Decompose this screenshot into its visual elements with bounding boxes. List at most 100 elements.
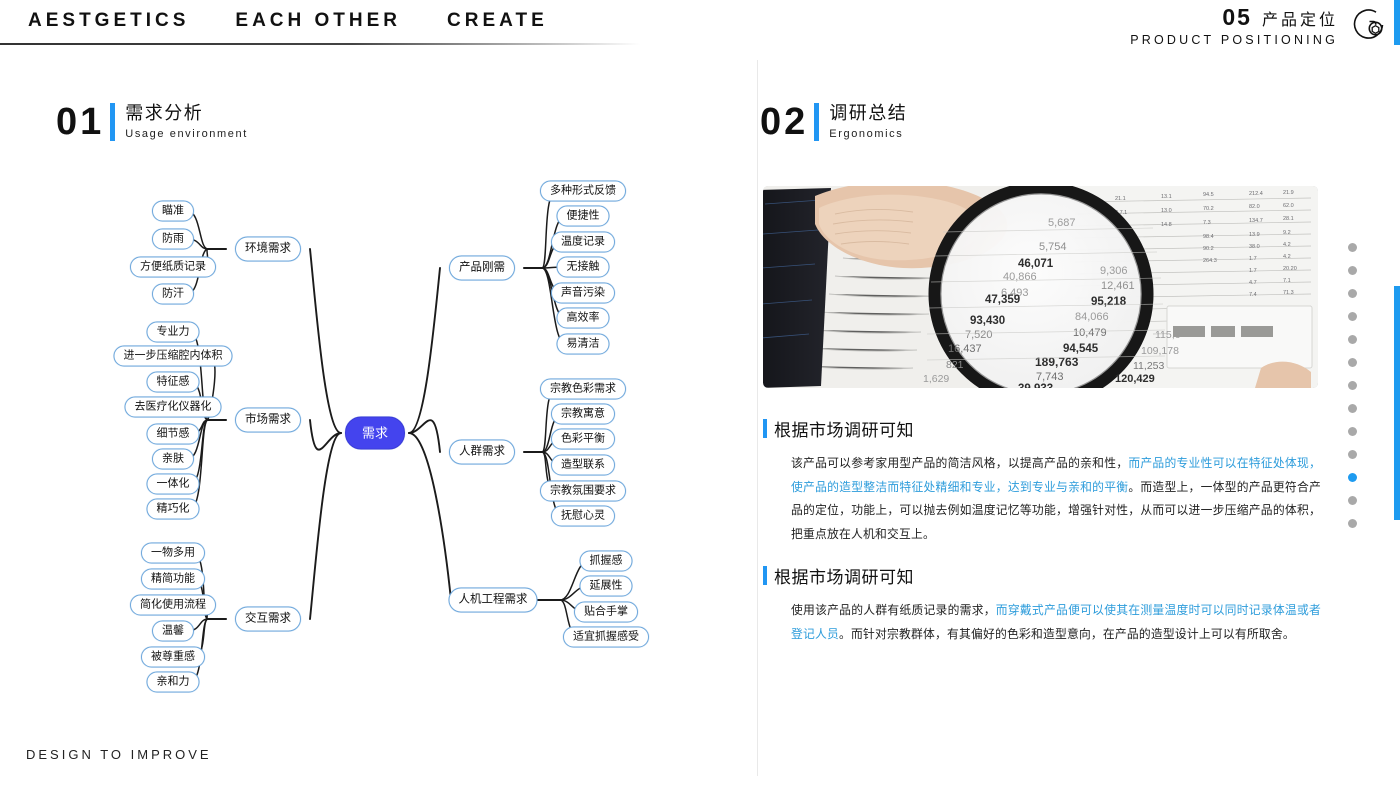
- mindmap-leaf-5-1: 宗教色彩需求: [540, 378, 626, 400]
- mindmap-leaf-6-4: 适宜抓握感受: [563, 626, 649, 648]
- mindmap-leaf-5-4: 造型联系: [551, 454, 615, 476]
- section-heading-02: 02 调研总结 Ergonomics: [760, 103, 907, 141]
- mindmap-leaf-6-1: 抓握感: [579, 550, 633, 572]
- svg-text:16,437: 16,437: [948, 343, 982, 355]
- svg-text:21.1: 21.1: [1115, 196, 1126, 202]
- section-heading-01: 01 需求分析 Usage environment: [56, 103, 248, 141]
- section-title-en: Usage environment: [125, 127, 248, 140]
- dot-nav-item[interactable]: [1348, 335, 1357, 344]
- mindmap-leaf-1-1: 瞄准: [152, 200, 194, 222]
- mindmap-branch-5: 人群需求: [449, 439, 515, 465]
- svg-text:39,933: 39,933: [1018, 383, 1053, 388]
- section-accent-bar: [110, 103, 116, 141]
- text-run: 使用该产品的人群有纸质记录的需求，: [791, 603, 996, 617]
- column-divider: [757, 60, 758, 776]
- svg-text:1.7: 1.7: [1249, 256, 1257, 262]
- mindmap-branch-2: 市场需求: [235, 407, 301, 433]
- svg-text:14.8: 14.8: [1161, 222, 1172, 228]
- svg-text:212.4: 212.4: [1249, 191, 1263, 197]
- summary-block-1-title: 根据市场调研可知: [774, 421, 914, 440]
- slide-dot-navigation[interactable]: [1348, 243, 1357, 528]
- mindmap-leaf-2-3: 特征感: [146, 371, 200, 393]
- title-accent-bar: [763, 566, 767, 585]
- summary-block-2-body: 使用该产品的人群有纸质记录的需求，而穿戴式产品便可以使其在测量温度时可以同时记录…: [763, 599, 1321, 646]
- svg-text:7.4: 7.4: [1249, 292, 1257, 298]
- svg-text:94,545: 94,545: [1063, 343, 1099, 355]
- mindmap-leaf-3-6: 亲和力: [146, 671, 200, 693]
- mindmap-leaf-4-2: 便捷性: [556, 205, 610, 227]
- svg-text:94.5: 94.5: [1203, 192, 1214, 198]
- dot-nav-item[interactable]: [1348, 427, 1357, 436]
- mindmap-leaf-3-3: 简化使用流程: [130, 594, 216, 616]
- svg-text:115,6: 115,6: [1155, 329, 1181, 341]
- mindmap-leaf-5-5: 宗教氛围要求: [540, 480, 626, 502]
- svg-text:189,763: 189,763: [1035, 355, 1079, 369]
- mindmap-leaf-2-8: 精巧化: [146, 498, 200, 520]
- header-keyword-3: CREATE: [447, 10, 548, 31]
- mindmap-leaf-5-3: 色彩平衡: [551, 428, 615, 450]
- svg-text:13.0: 13.0: [1161, 208, 1172, 214]
- mindmap-leaf-1-2: 防雨: [152, 228, 194, 250]
- section-title-cn: 需求分析: [125, 103, 204, 123]
- svg-text:10,479: 10,479: [1073, 327, 1107, 339]
- edge-accent-bar-middle: [1394, 286, 1400, 520]
- chapter-label: 05 产品定位 PRODUCT POSITIONING: [1130, 4, 1338, 47]
- research-photo: 21.1 13.1 94.5 212.4 21.9 4.7.1 13.0 70.2 82.…: [763, 186, 1318, 388]
- dot-nav-item[interactable]: [1348, 312, 1357, 321]
- svg-text:13.1: 13.1: [1161, 194, 1172, 200]
- edge-accent-bar-top: [1394, 0, 1400, 45]
- mindmap-leaf-4-3: 温度记录: [551, 231, 615, 253]
- camera-aperture-icon: [1352, 8, 1386, 42]
- mindmap-leaf-5-6: 抚慰心灵: [551, 505, 615, 527]
- svg-text:5,687: 5,687: [1048, 217, 1076, 229]
- dot-nav-item[interactable]: [1348, 450, 1357, 459]
- mindmap-leaf-2-2: 进一步压缩腔内体积: [113, 345, 233, 367]
- mindmap-leaf-4-5: 声音污染: [551, 282, 615, 304]
- mindmap-leaf-2-1: 专业力: [146, 321, 200, 343]
- mindmap-leaf-6-3: 贴合手掌: [574, 601, 638, 623]
- svg-text:821: 821: [946, 359, 964, 371]
- mindmap-branch-3: 交互需求: [235, 606, 301, 632]
- dot-nav-item[interactable]: [1348, 496, 1357, 505]
- summary-block-1: 根据市场调研可知 该产品可以参考家用型产品的简洁风格，以提高产品的亲和性，而产品…: [763, 416, 1321, 546]
- dot-nav-item[interactable]: [1348, 404, 1357, 413]
- svg-text:9.2: 9.2: [1283, 230, 1291, 236]
- dot-nav-item[interactable]: [1348, 519, 1357, 528]
- mindmap-leaf-2-5: 细节感: [146, 423, 200, 445]
- chapter-title-en: PRODUCT POSITIONING: [1130, 33, 1338, 47]
- summary-block-2: 根据市场调研可知 使用该产品的人群有纸质记录的需求，而穿戴式产品便可以使其在测量…: [763, 563, 1321, 646]
- mindmap-leaf-4-6: 高效率: [556, 307, 610, 329]
- svg-text:47,359: 47,359: [985, 294, 1020, 306]
- dot-nav-item-active[interactable]: [1348, 473, 1357, 482]
- mindmap-leaf-2-7: 一体化: [146, 473, 200, 495]
- summary-block-1-title-row: 根据市场调研可知: [763, 416, 1321, 441]
- svg-text:84,066: 84,066: [1075, 311, 1109, 323]
- mindmap-branch-4: 产品刚需: [449, 255, 515, 281]
- svg-text:21.9: 21.9: [1283, 190, 1294, 196]
- dot-nav-item[interactable]: [1348, 243, 1357, 252]
- mindmap-leaf-1-4: 防汗: [152, 283, 194, 305]
- dot-nav-item[interactable]: [1348, 358, 1357, 367]
- text-run: 。而针对宗教群体，有其偏好的色彩和造型意向，在产品的造型设计上可以有所取舍。: [839, 626, 1295, 641]
- mindmap-branch-1: 环境需求: [235, 236, 301, 262]
- summary-block-2-title: 根据市场调研可知: [774, 568, 914, 587]
- svg-text:7.1: 7.1: [1283, 278, 1291, 284]
- summary-block-2-title-row: 根据市场调研可知: [763, 563, 1321, 588]
- svg-text:120,429: 120,429: [1115, 373, 1155, 385]
- mindmap-center-node: 需求: [344, 416, 406, 450]
- svg-text:9,306: 9,306: [1100, 265, 1128, 277]
- summary-block-1-body: 该产品可以参考家用型产品的简洁风格，以提高产品的亲和性，而产品的专业性可以在特征…: [763, 452, 1321, 546]
- header-keyword-1: AESTGETICS: [28, 10, 190, 31]
- mindmap-branch-6: 人机工程需求: [448, 587, 538, 613]
- dot-nav-item[interactable]: [1348, 381, 1357, 390]
- page-header: AESTGETICS EACH OTHER CREATE 05 产品定位 PRO…: [0, 0, 1400, 50]
- svg-text:264.3: 264.3: [1203, 258, 1217, 264]
- svg-text:5,754: 5,754: [1039, 241, 1067, 253]
- dot-nav-item[interactable]: [1348, 266, 1357, 275]
- svg-text:71.3: 71.3: [1283, 290, 1294, 296]
- dot-nav-item[interactable]: [1348, 289, 1357, 298]
- header-divider-rule: [0, 43, 640, 45]
- mindmap-leaf-2-6: 亲肤: [152, 448, 194, 470]
- svg-text:109,178: 109,178: [1141, 345, 1179, 357]
- mindmap-leaf-5-2: 宗教寓意: [551, 403, 615, 425]
